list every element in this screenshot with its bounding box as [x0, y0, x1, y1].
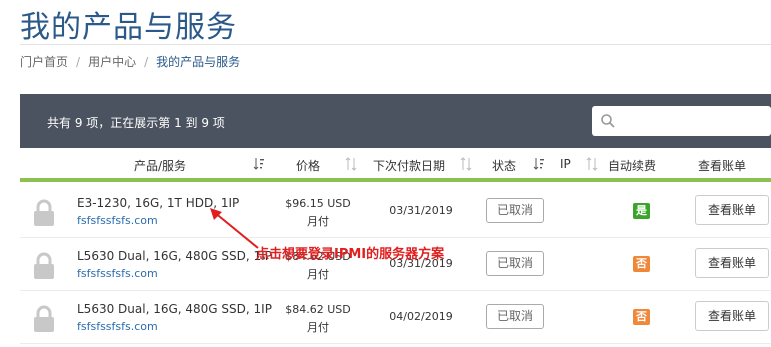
- status-badge: 已取消: [486, 198, 544, 223]
- table-toolbar: 共有 9 项，正在展示第 1 到 9 项: [20, 94, 771, 148]
- col-header-view-bill: 查看账单: [698, 159, 747, 173]
- autorenew-badge: 否: [633, 256, 650, 272]
- due-date: 04/02/2019: [389, 310, 453, 323]
- product-domain: fsfsfssfsfs.com: [77, 214, 158, 227]
- breadcrumb-home[interactable]: 门户首页: [20, 53, 68, 70]
- record-count: 共有 9 项，正在展示第 1 到 9 项: [47, 116, 225, 130]
- col-header-product[interactable]: 产品/服务: [134, 157, 186, 174]
- table-header: 产品/服务 价格 下次付款日期 状态 IP 自动续费 查看账单: [20, 148, 771, 182]
- due-date: 03/31/2019: [389, 204, 453, 217]
- view-bill-button[interactable]: 查看账单: [695, 301, 769, 331]
- price-amount: $84.62 USD: [285, 303, 351, 316]
- price-amount: $96.15 USD: [285, 197, 351, 210]
- product-name[interactable]: L5630 Dual, 16G, 480G SSD, 1IP: [77, 302, 272, 316]
- breadcrumb-separator: /: [144, 54, 149, 69]
- col-header-autorenew[interactable]: 自动续费: [608, 157, 656, 174]
- sort-icon[interactable]: [533, 157, 545, 171]
- billing-cycle: 月付: [307, 268, 329, 281]
- breadcrumb-separator: /: [76, 54, 81, 69]
- search-icon: [601, 114, 615, 128]
- sort-icon[interactable]: [253, 157, 265, 171]
- billing-cycle: 月付: [307, 215, 329, 228]
- table-row[interactable]: L5630 Dual, 16G, 480G SSD, 1IP fsfsfssfs…: [20, 292, 771, 344]
- price-cell: $84.62 USD 月付: [278, 301, 358, 337]
- callout-annotation: 点击想要登录IPMI的服务器方案: [256, 247, 445, 262]
- sort-icon[interactable]: [345, 157, 357, 171]
- breadcrumb-current: 我的产品与服务: [156, 55, 241, 69]
- lock-icon: [34, 305, 54, 332]
- product-name[interactable]: L5630 Dual, 16G, 480G SSD, 1IP: [77, 249, 272, 263]
- col-header-due-date[interactable]: 下次付款日期: [373, 157, 445, 174]
- breadcrumb-user-center[interactable]: 用户中心: [88, 53, 136, 70]
- page-title: 我的产品与服务: [20, 10, 237, 45]
- product-name[interactable]: E3-1230, 16G, 1T HDD, 1IP: [77, 196, 239, 210]
- sort-icon[interactable]: [586, 157, 598, 171]
- status-badge: 已取消: [486, 304, 544, 329]
- search-input[interactable]: [592, 106, 771, 136]
- title-divider: [20, 44, 771, 45]
- autorenew-badge: 是: [633, 203, 650, 219]
- product-domain: fsfsfssfsfs.com: [77, 267, 158, 280]
- col-header-price[interactable]: 价格: [296, 157, 320, 174]
- billing-cycle: 月付: [307, 321, 329, 334]
- view-bill-button[interactable]: 查看账单: [695, 195, 769, 225]
- autorenew-badge: 否: [633, 309, 650, 325]
- lock-icon: [34, 252, 54, 279]
- col-header-ip[interactable]: IP: [560, 157, 571, 171]
- status-badge: 已取消: [486, 251, 544, 276]
- breadcrumb: 门户首页 / 用户中心 / 我的产品与服务: [20, 53, 240, 70]
- col-header-status[interactable]: 状态: [492, 157, 516, 174]
- price-cell: $96.15 USD 月付: [278, 195, 358, 231]
- view-bill-button[interactable]: 查看账单: [695, 248, 769, 278]
- product-domain: fsfsfssfsfs.com: [77, 320, 158, 333]
- sort-icon[interactable]: [460, 157, 472, 171]
- lock-icon: [34, 199, 54, 226]
- table-row[interactable]: E3-1230, 16G, 1T HDD, 1IP fsfsfssfsfs.co…: [20, 186, 771, 238]
